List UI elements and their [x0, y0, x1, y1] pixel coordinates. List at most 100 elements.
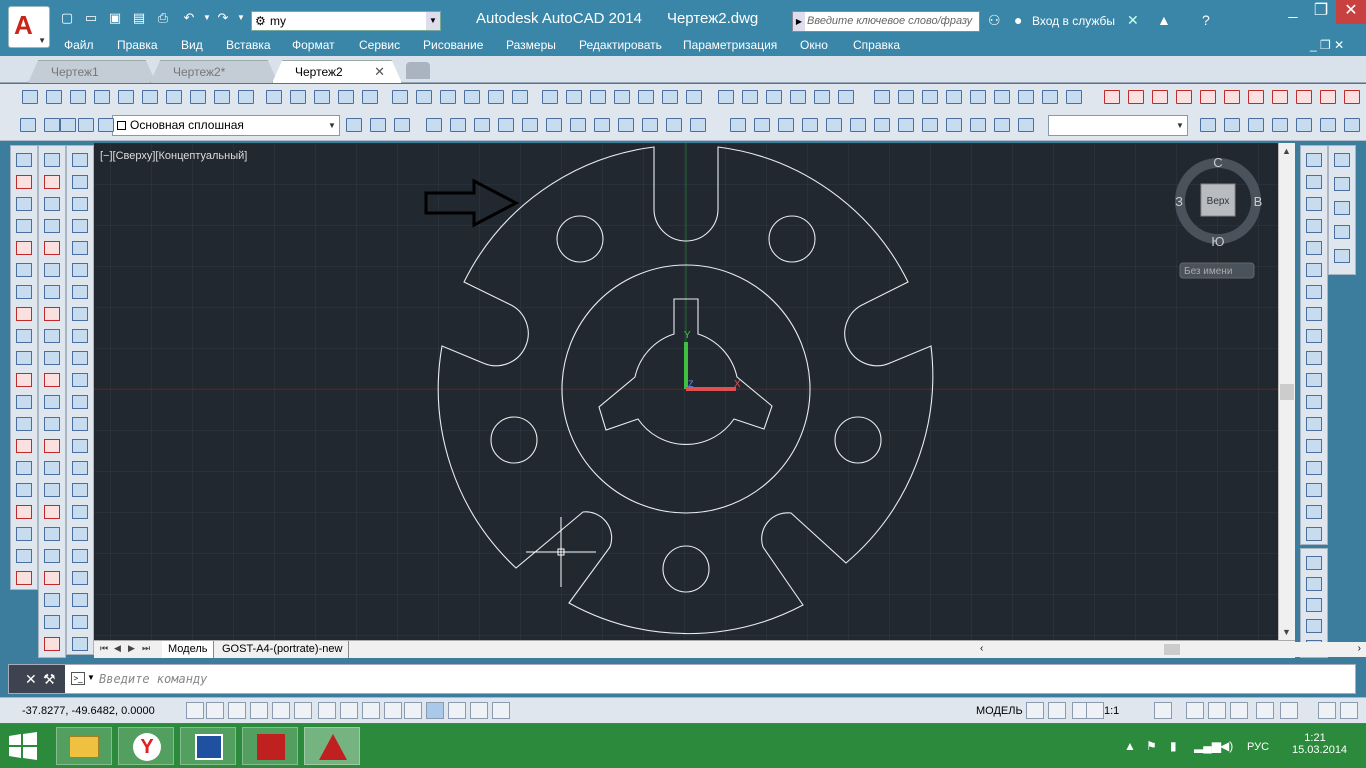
- status-tool-icon[interactable]: [1230, 702, 1248, 719]
- toolbar-tool-icon[interactable]: [142, 90, 158, 104]
- dimension-tool-icon[interactable]: [1306, 351, 1322, 365]
- modify-tool-icon[interactable]: [44, 219, 60, 233]
- linetype-select[interactable]: Основная сплошная ▼: [112, 115, 340, 136]
- toolbar-tool-icon[interactable]: [778, 118, 794, 132]
- toolbar-tool-icon[interactable]: [426, 118, 442, 132]
- apps-icon[interactable]: ▲: [1157, 12, 1171, 28]
- chevron-down-icon[interactable]: ▼: [87, 673, 95, 682]
- dimension-tool-icon[interactable]: [1306, 505, 1322, 519]
- redo-icon[interactable]: ↷: [214, 9, 232, 27]
- menu-dimension[interactable]: Размеры: [506, 38, 556, 52]
- toolbar-tool-icon[interactable]: [20, 118, 36, 132]
- dimension-tool-icon[interactable]: [1306, 483, 1322, 497]
- dimension-tool-icon[interactable]: [1344, 90, 1360, 104]
- tab-drawing1[interactable]: Чертеж1: [28, 60, 156, 83]
- tab-drawing2-modified[interactable]: Чертеж2*: [150, 60, 278, 83]
- dimension-tool-icon[interactable]: [1306, 153, 1322, 167]
- dimension-tool-icon[interactable]: [1306, 527, 1322, 541]
- toolbar-tool-icon[interactable]: [1200, 118, 1216, 132]
- modeling-tool-icon[interactable]: [72, 615, 88, 629]
- toolbar-tool-icon[interactable]: [594, 118, 610, 132]
- drafting-toggle-icon[interactable]: [384, 702, 402, 719]
- drafting-toggle-icon[interactable]: [250, 702, 268, 719]
- application-menu-button[interactable]: A ▼: [8, 6, 50, 48]
- annotation-tool-icon[interactable]: [1306, 619, 1322, 633]
- draw-tool-icon[interactable]: [16, 197, 32, 211]
- restore-button[interactable]: ❐: [1306, 0, 1336, 24]
- drafting-toggle-icon[interactable]: [340, 702, 358, 719]
- drafting-toggle-icon[interactable]: [448, 702, 466, 719]
- dimension-tool-icon[interactable]: [1320, 90, 1336, 104]
- draw-tool-icon[interactable]: [16, 241, 32, 255]
- annotation-tool-icon[interactable]: [1306, 598, 1322, 612]
- modeling-tool-icon[interactable]: [72, 439, 88, 453]
- flag-icon[interactable]: ⚑: [1146, 739, 1157, 753]
- draw-tool-icon[interactable]: [16, 395, 32, 409]
- vertical-scrollbar[interactable]: ▲ ▼: [1278, 143, 1295, 640]
- new-tab-button[interactable]: [406, 62, 430, 79]
- status-tool-icon[interactable]: [1086, 702, 1104, 719]
- toolbar-tool-icon[interactable]: [362, 90, 378, 104]
- dimension-tool-icon[interactable]: [1306, 219, 1322, 233]
- modeling-tool-icon[interactable]: [72, 571, 88, 585]
- search-input[interactable]: Введите ключевое слово/фразу: [807, 15, 972, 27]
- menu-file[interactable]: Файл: [64, 38, 94, 52]
- dimension-tool-icon[interactable]: [1306, 395, 1322, 409]
- toolbar-tool-icon[interactable]: [922, 90, 938, 104]
- status-tool-icon[interactable]: [1154, 702, 1172, 719]
- scroll-thumb[interactable]: [1280, 384, 1294, 400]
- toolbar-tool-icon[interactable]: [898, 118, 914, 132]
- volume-icon[interactable]: ◀): [1220, 739, 1233, 753]
- toolbar-tool-icon[interactable]: [542, 90, 558, 104]
- modeling-tool-icon[interactable]: [72, 395, 88, 409]
- status-tool-icon[interactable]: [1256, 702, 1274, 719]
- toolbar-tool-icon[interactable]: [742, 90, 758, 104]
- modeling-tool-icon[interactable]: [72, 197, 88, 211]
- help-icon[interactable]: ?: [1202, 12, 1210, 28]
- save-as-icon[interactable]: ▤: [130, 9, 148, 27]
- modify-tool-icon[interactable]: [44, 571, 60, 585]
- new-file-icon[interactable]: ▢: [58, 9, 76, 27]
- modify-tool-icon[interactable]: [44, 241, 60, 255]
- toolbar-tool-icon[interactable]: [946, 118, 962, 132]
- toolbar-tool-icon[interactable]: [22, 90, 38, 104]
- toolbar-tool-icon[interactable]: [290, 90, 306, 104]
- tab-drawing2[interactable]: Чертеж2 ✕: [272, 60, 402, 83]
- modify-tool-icon[interactable]: [44, 593, 60, 607]
- windows-start-icon[interactable]: [0, 724, 46, 768]
- dimension-tool-icon[interactable]: [1306, 307, 1322, 321]
- modify-tool-icon[interactable]: [44, 527, 60, 541]
- tray-expand-icon[interactable]: ▲: [1124, 739, 1136, 753]
- toolbar-tool-icon[interactable]: [118, 90, 134, 104]
- toolbar-tool-icon[interactable]: [214, 90, 230, 104]
- dimension-tool-icon[interactable]: [1306, 417, 1322, 431]
- dimension-tool-icon[interactable]: [1306, 329, 1322, 343]
- toolbar-tool-icon[interactable]: [1344, 118, 1360, 132]
- last-layout-icon[interactable]: ⏭: [142, 643, 150, 654]
- toolbar-tool-icon[interactable]: [98, 118, 114, 132]
- toolbar-tool-icon[interactable]: [898, 90, 914, 104]
- modeling-tool-icon[interactable]: [72, 241, 88, 255]
- modeling-tool-icon[interactable]: [72, 593, 88, 607]
- toolbar-tool-icon[interactable]: [874, 90, 890, 104]
- toolbar-tool-icon[interactable]: [614, 90, 630, 104]
- toolbar-tool-icon[interactable]: [686, 90, 702, 104]
- compass-east[interactable]: В: [1254, 194, 1263, 209]
- menu-insert[interactable]: Вставка: [226, 38, 271, 52]
- print-icon[interactable]: ⎙: [154, 9, 172, 27]
- toolbar-tool-icon[interactable]: [190, 90, 206, 104]
- acrobat-taskbar-icon[interactable]: [242, 727, 298, 765]
- toolbar-tool-icon[interactable]: [392, 90, 408, 104]
- compass-north[interactable]: С: [1213, 155, 1222, 170]
- draw-tool-icon[interactable]: [16, 219, 32, 233]
- menu-window[interactable]: Окно: [800, 38, 828, 52]
- drafting-toggle-icon[interactable]: [362, 702, 380, 719]
- toolbar-tool-icon[interactable]: [838, 90, 854, 104]
- toolbar-tool-icon[interactable]: [874, 118, 890, 132]
- toolbar-tool-icon[interactable]: [44, 118, 60, 132]
- scroll-down-icon[interactable]: ▼: [1282, 627, 1291, 637]
- scroll-left-icon[interactable]: ‹: [980, 643, 983, 654]
- toolbar-tool-icon[interactable]: [1272, 118, 1288, 132]
- dimension-tool-icon[interactable]: [1128, 90, 1144, 104]
- draw-tool-icon[interactable]: [16, 285, 32, 299]
